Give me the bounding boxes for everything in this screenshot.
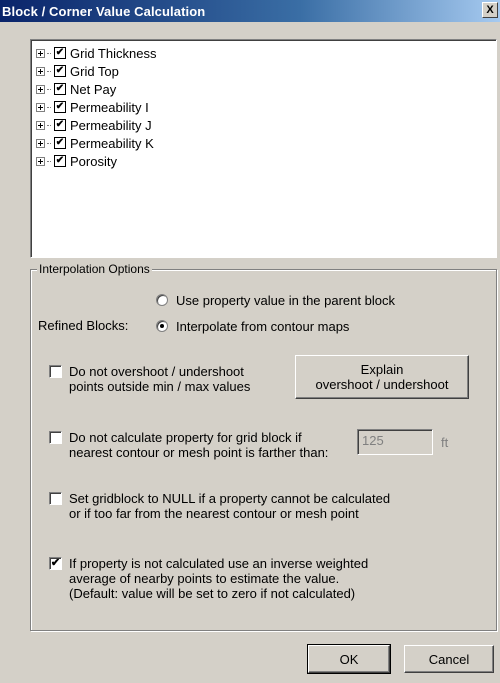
- tree-item-permeability-i[interactable]: ✔ Permeability I: [36, 98, 149, 116]
- close-button[interactable]: X: [482, 2, 498, 18]
- expand-icon[interactable]: [36, 156, 45, 166]
- tree-item-label: Net Pay: [70, 81, 117, 97]
- cancel-button[interactable]: Cancel: [404, 645, 494, 673]
- ok-button[interactable]: OK: [307, 644, 391, 674]
- expand-icon[interactable]: [36, 138, 45, 148]
- property-tree[interactable]: ✔ Grid Thickness ✔ Grid Top ✔ Net Pay ✔ …: [30, 39, 497, 258]
- tree-item-label: Grid Thickness: [70, 45, 157, 61]
- expand-icon[interactable]: [36, 84, 45, 94]
- radio-contour-maps[interactable]: [156, 320, 168, 332]
- tree-checkbox[interactable]: ✔: [54, 155, 66, 167]
- group-title: Interpolation Options: [37, 262, 152, 276]
- tree-checkbox[interactable]: ✔: [54, 137, 66, 149]
- tree-checkbox[interactable]: ✔: [54, 101, 66, 113]
- tree-item-label: Permeability K: [70, 135, 154, 151]
- close-icon: X: [486, 4, 494, 16]
- inverse-weighted-label: If property is not calculated use an inv…: [69, 556, 369, 601]
- tree-item-grid-top[interactable]: ✔ Grid Top: [36, 62, 119, 80]
- expand-icon[interactable]: [36, 120, 45, 130]
- tree-item-net-pay[interactable]: ✔ Net Pay: [36, 80, 116, 98]
- null-gridblock-checkbox[interactable]: [49, 492, 62, 505]
- expand-icon[interactable]: [36, 102, 45, 112]
- refined-blocks-label: Refined Blocks:: [38, 318, 129, 333]
- radio-parent-block[interactable]: [156, 294, 168, 306]
- grid-block-distance-label: Do not calculate property for grid block…: [69, 430, 329, 460]
- tree-item-permeability-j[interactable]: ✔ Permeability J: [36, 116, 152, 134]
- tree-item-permeability-k[interactable]: ✔ Permeability K: [36, 134, 154, 152]
- expand-icon[interactable]: [36, 48, 45, 58]
- tree-item-grid-thickness[interactable]: ✔ Grid Thickness: [36, 44, 156, 62]
- tree-item-porosity[interactable]: ✔ Porosity: [36, 152, 117, 170]
- radio-contour-maps-label: Interpolate from contour maps: [176, 319, 350, 334]
- expand-icon[interactable]: [36, 66, 45, 76]
- title-bar: Block / Corner Value Calculation X: [0, 0, 500, 22]
- grid-block-distance-checkbox[interactable]: [49, 431, 62, 444]
- explain-overshoot-button[interactable]: Explain overshoot / undershoot: [295, 355, 469, 399]
- null-gridblock-label: Set gridblock to NULL if a property cann…: [69, 491, 391, 521]
- tree-item-label: Porosity: [70, 153, 117, 169]
- tree-checkbox[interactable]: ✔: [54, 47, 66, 59]
- tree-item-label: Permeability I: [70, 99, 149, 115]
- distance-input[interactable]: 125: [357, 429, 433, 455]
- tree-item-label: Permeability J: [70, 117, 152, 133]
- distance-unit: ft: [441, 435, 449, 450]
- inverse-weighted-checkbox[interactable]: ✔: [49, 557, 62, 570]
- tree-checkbox[interactable]: ✔: [54, 65, 66, 77]
- overshoot-label: Do not overshoot / undershoot points out…: [69, 364, 251, 394]
- tree-item-label: Grid Top: [70, 63, 119, 79]
- window-title: Block / Corner Value Calculation: [2, 3, 206, 19]
- radio-parent-block-label: Use property value in the parent block: [176, 293, 395, 308]
- overshoot-checkbox[interactable]: [49, 365, 62, 378]
- tree-checkbox[interactable]: ✔: [54, 83, 66, 95]
- tree-checkbox[interactable]: ✔: [54, 119, 66, 131]
